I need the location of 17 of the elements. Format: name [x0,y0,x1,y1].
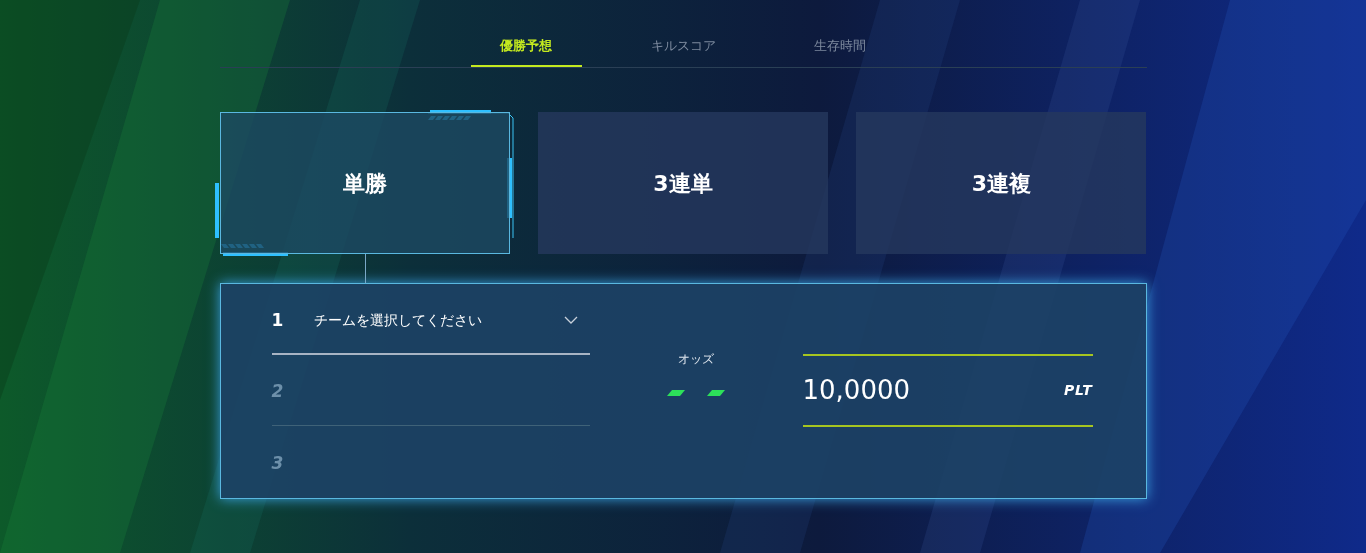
rank-number: 3 [271,452,285,476]
dash-icon [667,390,685,396]
odds-label: オッズ [678,351,714,368]
currency-unit: PLT [1064,381,1093,400]
bet-type-card[interactable]: 3連複 [856,112,1147,254]
tab[interactable]: 優勝予想 [470,27,582,67]
bet-type-card[interactable]: 単勝 [219,112,510,254]
bet-type-card[interactable]: 3連単 [537,112,829,254]
chevron-down-icon [563,316,578,325]
rank-number: 2 [271,380,285,404]
tab[interactable]: 生存時間 [784,27,896,67]
dash-icon [707,390,725,396]
team-select[interactable]: チームを選択してください [313,309,578,331]
tab[interactable]: キルスコア [627,27,739,67]
rank-number: 1 [271,308,285,332]
amount-value: 10,0000 [802,374,911,407]
amount-field[interactable]: 10,0000 PLT [802,354,1093,427]
